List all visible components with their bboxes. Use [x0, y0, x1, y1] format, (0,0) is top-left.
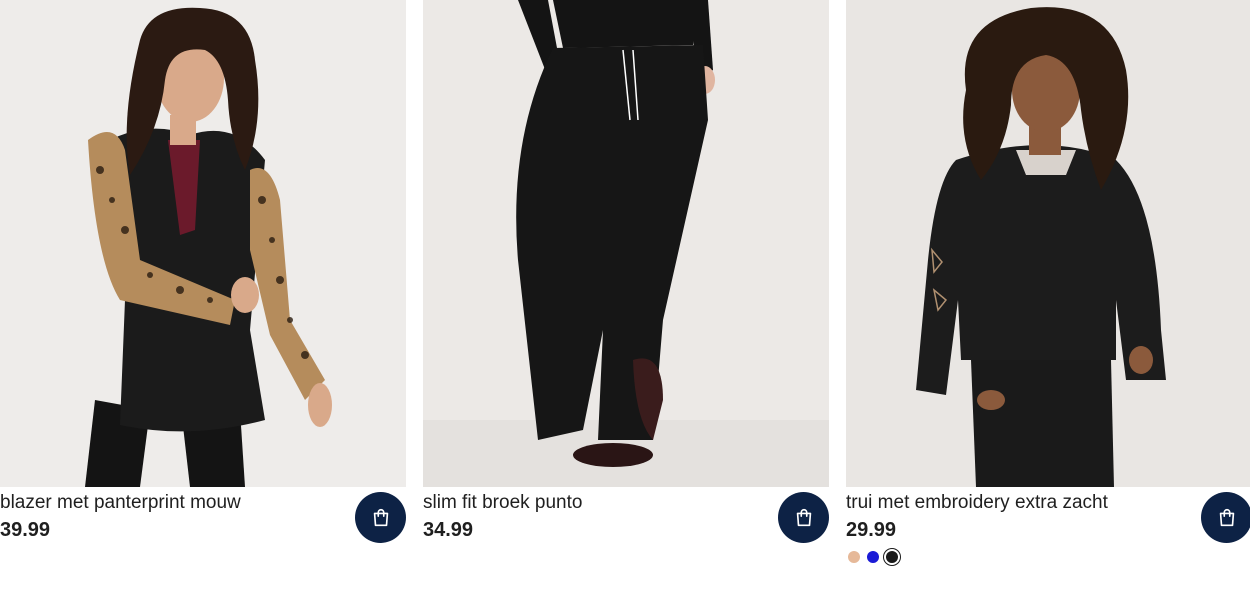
product-title[interactable]: slim fit broek punto: [423, 491, 582, 515]
shopping-bag-icon: [796, 508, 811, 526]
product-title[interactable]: trui met embroidery extra zacht: [846, 491, 1108, 515]
product-price: 39.99: [0, 519, 51, 541]
add-to-cart-button[interactable]: [1201, 492, 1250, 543]
product-price: 29.99: [846, 519, 897, 541]
product-image[interactable]: [423, 0, 829, 487]
color-swatches: [848, 551, 898, 563]
shopping-bag-icon: [373, 508, 388, 526]
product-image[interactable]: [0, 0, 406, 487]
product-card: slim fit broek punto 34.99: [423, 0, 829, 600]
shopping-bag-icon: [1219, 508, 1234, 526]
color-swatch-blue[interactable]: [867, 551, 879, 563]
add-to-cart-button[interactable]: [355, 492, 406, 543]
product-title[interactable]: blazer met panterprint mouw: [0, 491, 241, 515]
color-swatch-black[interactable]: [886, 551, 898, 563]
product-image[interactable]: [846, 0, 1250, 487]
product-card: blazer met panterprint mouw 39.99: [0, 0, 406, 600]
add-to-cart-button[interactable]: [778, 492, 829, 543]
product-card: trui met embroidery extra zacht 29.99: [846, 0, 1250, 600]
product-price: 34.99: [423, 519, 474, 541]
color-swatch-beige[interactable]: [848, 551, 860, 563]
product-grid: blazer met panterprint mouw 39.99 slim f…: [0, 0, 1250, 607]
